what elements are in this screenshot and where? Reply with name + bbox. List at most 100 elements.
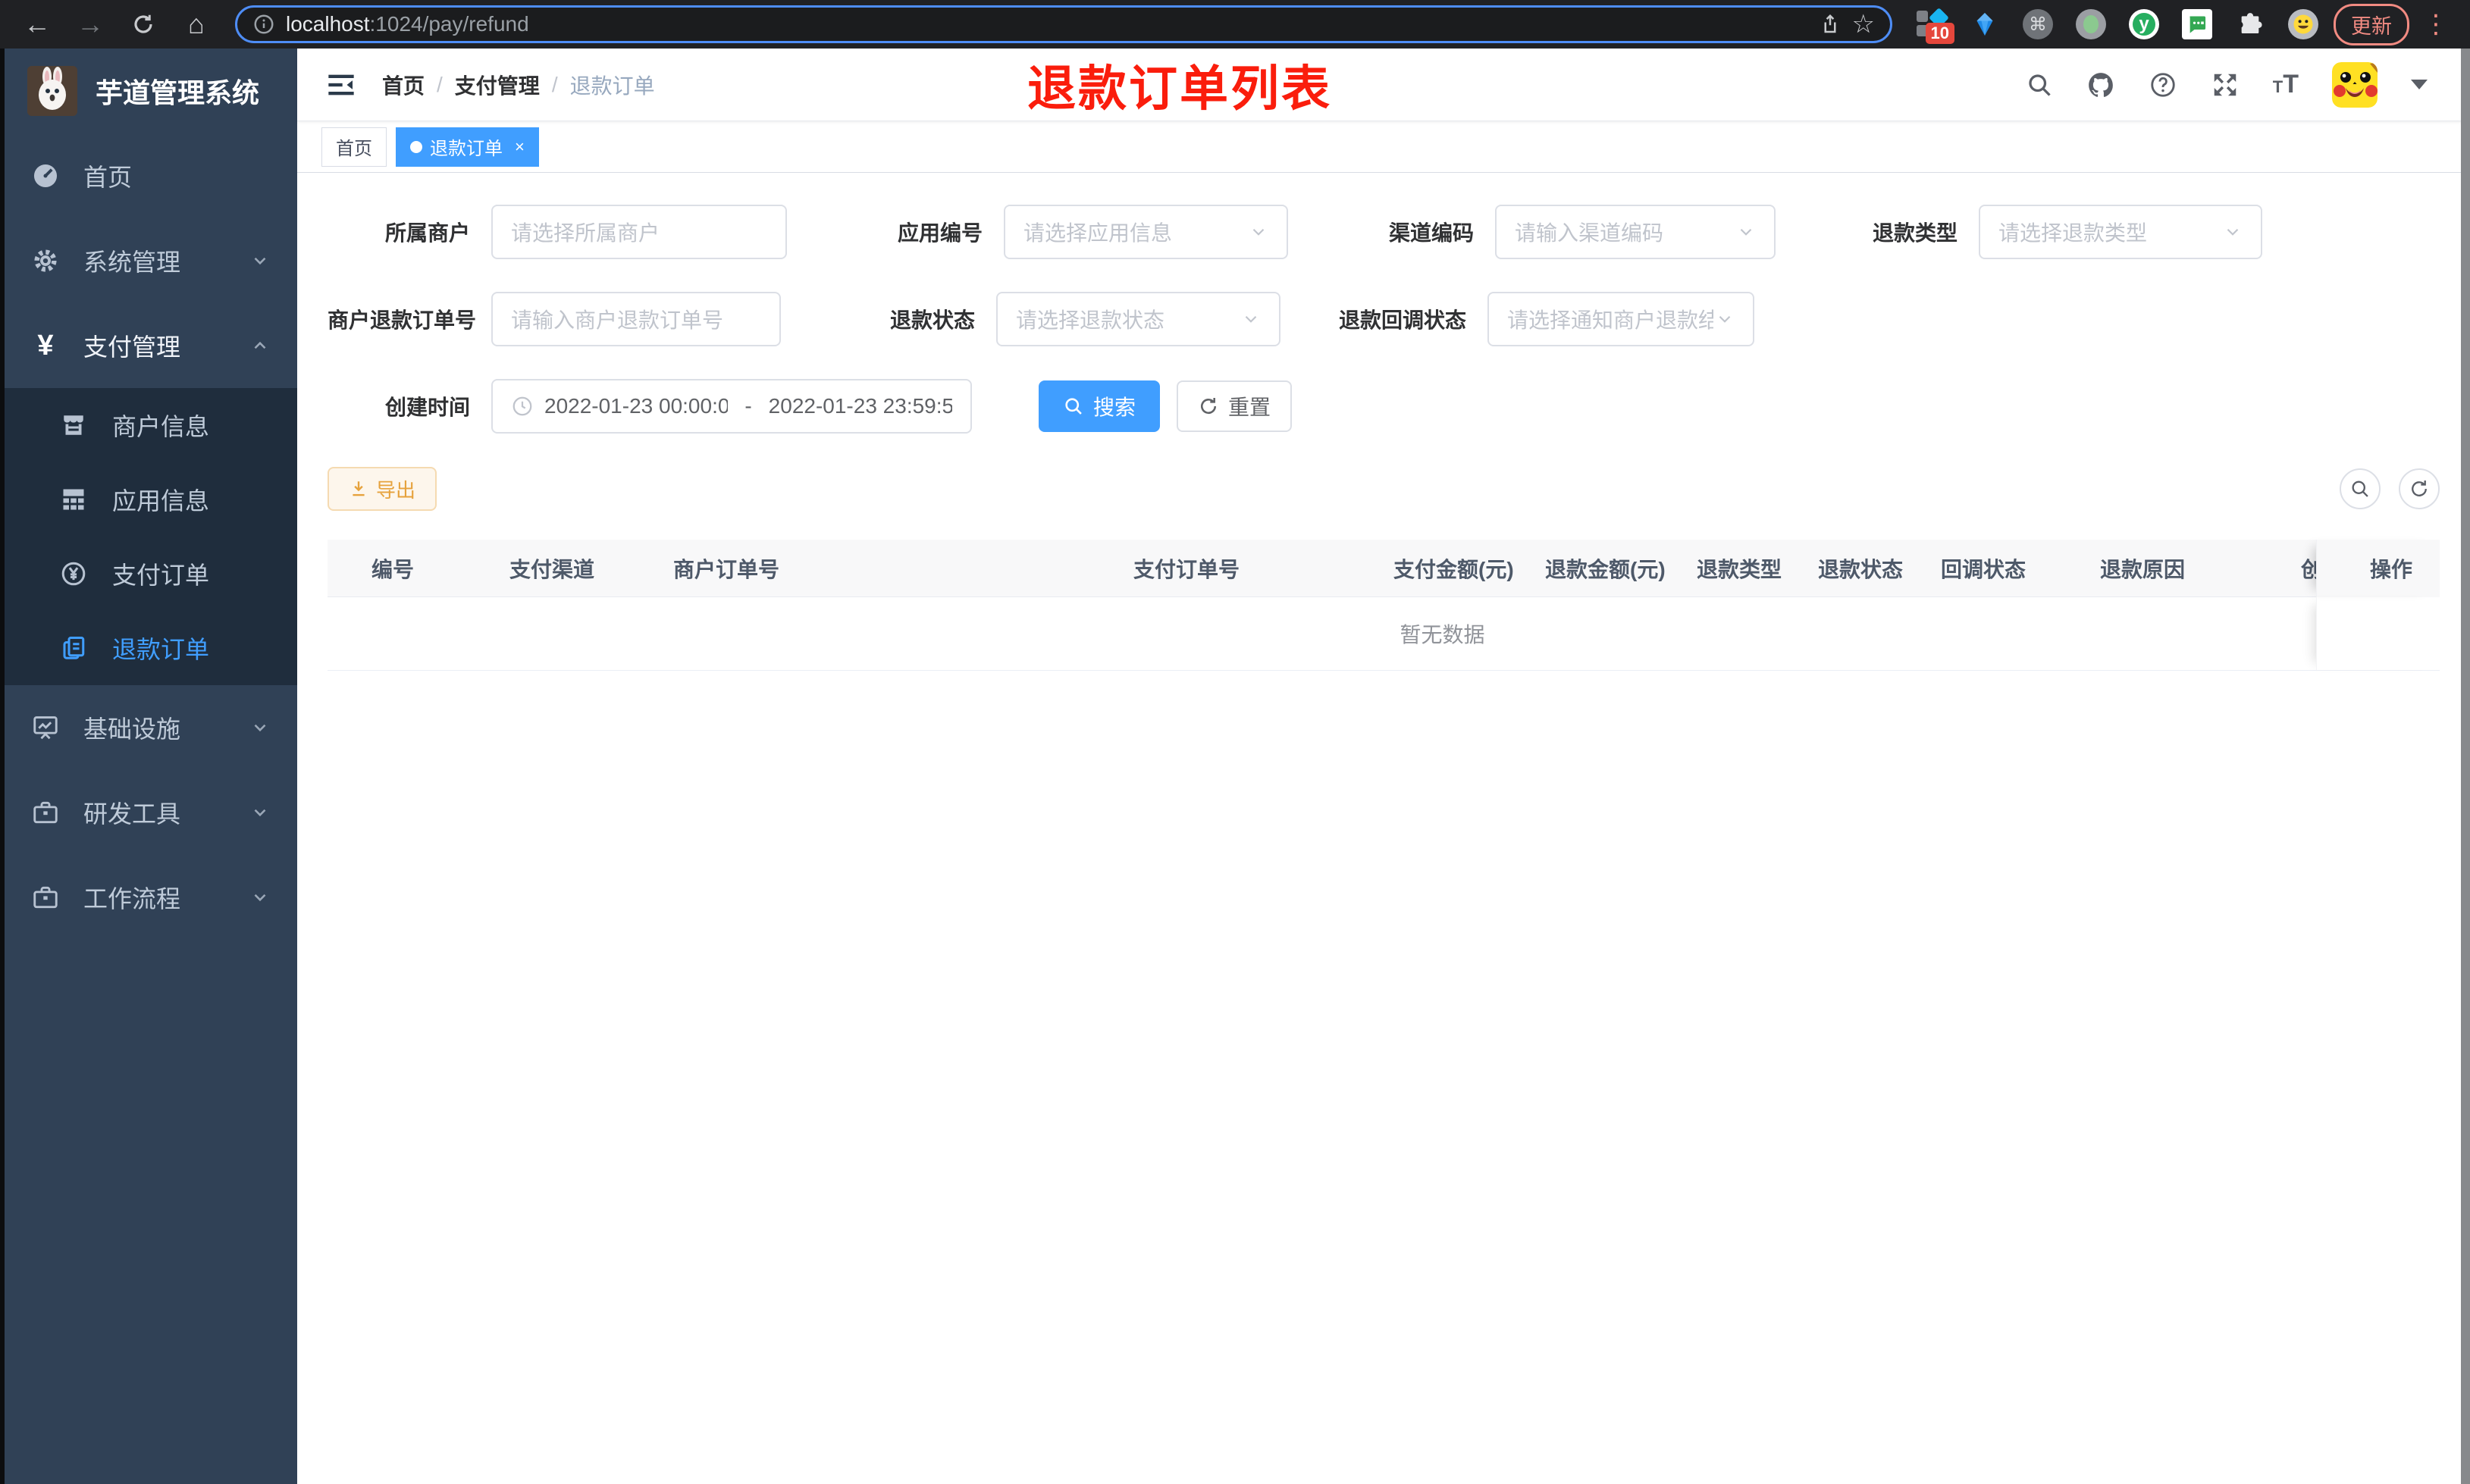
placeholder: 请选择所属商户 (511, 221, 660, 245)
sidebar-logo[interactable]: 芋道管理系统 (0, 49, 297, 133)
sidebar-item-dev-tools[interactable]: 研发工具 (0, 770, 297, 855)
reset-button[interactable]: 重置 (1177, 380, 1293, 432)
window-edge-left (0, 49, 5, 1484)
grid-icon (59, 486, 88, 513)
refund-status-select[interactable]: 请选择退款状态 (996, 292, 1280, 346)
browser-back-button[interactable]: ← (14, 6, 61, 42)
breadcrumb-payment[interactable]: 支付管理 (455, 70, 540, 100)
extension-badge: 10 (1925, 23, 1954, 44)
active-dot (410, 140, 422, 153)
help-icon[interactable] (2149, 70, 2177, 99)
share-icon[interactable] (1819, 13, 1842, 36)
tag-refund-order[interactable]: 退款订单 × (396, 127, 539, 167)
sidebar: 芋道管理系统 首页 系统管理 ¥ 支付管理 商户信息 应用信息 支付订单 退款订… (0, 49, 297, 1484)
merchant-refund-no-input[interactable]: 请输入商户退款订单号 (491, 292, 781, 346)
sidebar-item-label: 研发工具 (83, 800, 181, 828)
date-separator: - (744, 394, 752, 418)
sidebar-collapse-button[interactable] (326, 72, 356, 98)
header-search-icon[interactable] (2026, 71, 2053, 99)
app-label: 应用编号 (897, 221, 983, 245)
sidebar-item-pay-order[interactable]: 支付订单 (0, 537, 297, 611)
export-button-label: 导出 (376, 478, 416, 502)
sidebar-item-workflow[interactable]: 工作流程 (0, 855, 297, 940)
github-icon[interactable] (2086, 70, 2115, 99)
font-size-icon[interactable]: TT (2273, 70, 2299, 99)
avatar-dropdown-caret[interactable] (2411, 80, 2428, 89)
extension-y-icon[interactable]: y (2127, 8, 2161, 41)
window-scrollbar-strip[interactable] (2461, 49, 2470, 1484)
address-bar[interactable]: localhost:1024/pay/refund ☆ (235, 5, 1892, 43)
filter-row-1: 所属商户 请选择所属商户 应用编号 请选择应用信息 渠道编码 请输入渠道编码 退… (328, 205, 2440, 259)
sidebar-item-label: 支付管理 (83, 333, 181, 361)
tag-close-icon[interactable]: × (515, 137, 525, 157)
tag-home[interactable]: 首页 (321, 127, 387, 167)
extension-dot-icon[interactable] (2074, 8, 2108, 41)
search-button-label: 搜索 (1093, 396, 1136, 419)
breadcrumb-home[interactable]: 首页 (382, 70, 425, 100)
date-start-value: 2022-01-23 00:00:00 (544, 394, 729, 418)
sidebar-item-merchant-info[interactable]: 商户信息 (0, 388, 297, 462)
chevron-down-icon (1736, 222, 1756, 242)
chevron-down-icon (1249, 222, 1268, 242)
placeholder: 请输入商户退款订单号 (511, 308, 724, 332)
chevron-down-icon (1241, 309, 1261, 329)
dashboard-icon (30, 161, 61, 190)
extensions-puzzle-icon[interactable] (2233, 8, 2267, 41)
browser-update-button[interactable]: 更新 (2334, 3, 2409, 45)
column-header: 支付渠道 (509, 557, 595, 581)
app-select[interactable]: 请选择应用信息 (1004, 205, 1288, 259)
tag-label: 首页 (336, 139, 372, 159)
channel-select[interactable]: 请输入渠道编码 (1495, 205, 1776, 259)
sidebar-item-infra[interactable]: 基础设施 (0, 685, 297, 770)
column-header: 回调状态 (1941, 557, 2026, 581)
tag-label: 退款订单 (430, 139, 503, 159)
column-header: 退款原因 (2100, 557, 2186, 581)
merchant-refund-no-label: 商户退款订单号 (328, 308, 477, 332)
url-text: localhost:1024/pay/refund (286, 12, 529, 36)
sidebar-item-home[interactable]: 首页 (0, 133, 297, 218)
search-button[interactable]: 搜索 (1039, 380, 1161, 432)
sidebar-item-system[interactable]: 系统管理 (0, 218, 297, 303)
column-header-truncated: 创建时间 (2301, 557, 2316, 581)
toggle-search-button[interactable] (2340, 468, 2381, 509)
bookmark-star-icon[interactable]: ☆ (1852, 9, 1875, 39)
extension-tabs-icon[interactable]: 10 (1915, 8, 1954, 44)
placeholder: 请选择退款类型 (1998, 221, 2148, 245)
clock-icon (511, 395, 534, 418)
extension-gem-icon[interactable] (1968, 8, 2001, 41)
sidebar-item-label: 商户信息 (112, 413, 210, 440)
reset-button-label: 重置 (1228, 396, 1271, 419)
fullscreen-icon[interactable] (2211, 70, 2240, 99)
payment-submenu: 商户信息 应用信息 支付订单 退款订单 (0, 388, 297, 685)
sidebar-item-payment[interactable]: ¥ 支付管理 (0, 303, 297, 388)
sidebar-item-refund-order[interactable]: 退款订单 (0, 611, 297, 685)
browser-menu-icon[interactable]: ⋮ (2415, 9, 2456, 39)
sidebar-item-label: 支付订单 (112, 562, 210, 589)
create-time-range-picker[interactable]: 2022-01-23 00:00:00 - 2022-01-23 23:59:5… (491, 379, 972, 434)
sidebar-item-app-info[interactable]: 应用信息 (0, 462, 297, 537)
chevron-down-icon (2223, 222, 2243, 242)
channel-label: 渠道编码 (1388, 221, 1474, 245)
browser-forward-button[interactable]: → (67, 6, 114, 42)
column-header: 退款金额(元) (1545, 557, 1666, 581)
extension-chat-icon[interactable] (2180, 8, 2214, 41)
gear-icon (30, 246, 61, 275)
extensions-area: 10 ⌘ y (1907, 8, 2327, 44)
refund-status-label: 退款状态 (889, 308, 975, 332)
breadcrumb: 首页 / 支付管理 / 退款订单 (382, 70, 655, 100)
refresh-table-button[interactable] (2399, 468, 2440, 509)
browser-home-button[interactable]: ⌂ (173, 6, 220, 42)
extension-command-icon[interactable]: ⌘ (2021, 8, 2055, 41)
extension-emoji-icon[interactable] (2287, 8, 2320, 41)
sidebar-item-label: 退款订单 (112, 636, 210, 663)
user-avatar[interactable] (2332, 61, 2378, 108)
chevron-down-icon (250, 251, 270, 271)
tags-view-bar: 首页 退款订单 × (297, 121, 2470, 173)
callback-status-select[interactable]: 请选择通知商户退款结果 (1487, 292, 1754, 346)
refund-table: 编号 支付渠道 商户订单号 支付订单号 支付金额(元) 退款金额(元) 退款类型… (328, 539, 2440, 671)
browser-reload-button[interactable] (120, 6, 167, 42)
refund-type-select[interactable]: 请选择退款类型 (1979, 205, 2262, 259)
merchant-select[interactable]: 请选择所属商户 (491, 205, 787, 259)
site-info-icon[interactable] (252, 13, 275, 36)
export-button[interactable]: 导出 (328, 467, 437, 511)
